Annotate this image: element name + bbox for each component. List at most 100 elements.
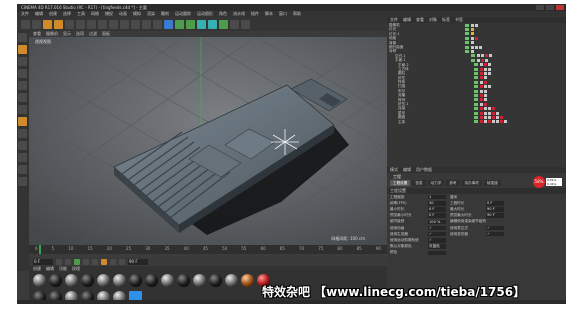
visibility-check-icon[interactable]: [465, 28, 469, 32]
tag-icon[interactable]: [484, 89, 487, 93]
visibility-check-icon[interactable]: [474, 71, 478, 75]
frame-start-field[interactable]: 0 F: [33, 258, 53, 265]
visibility-check-icon[interactable]: [474, 107, 478, 111]
tag-icon[interactable]: [475, 36, 478, 40]
attribute-menu-item[interactable]: 编辑: [403, 167, 411, 173]
y-axis-icon[interactable]: [98, 19, 107, 29]
tag-icon[interactable]: [480, 102, 483, 106]
tag-icon[interactable]: [489, 54, 492, 58]
x-axis-icon[interactable]: [87, 19, 96, 29]
visibility-check-icon[interactable]: [474, 76, 478, 80]
tag-icon[interactable]: [480, 71, 483, 75]
tag-icon[interactable]: [500, 120, 503, 124]
visibility-check-icon[interactable]: [471, 54, 475, 58]
scene-icon[interactable]: [219, 19, 228, 29]
autokey-icon[interactable]: [110, 258, 116, 265]
tag-icon[interactable]: [480, 85, 483, 89]
material-swatch[interactable]: [241, 274, 254, 287]
visibility-check-icon[interactable]: [474, 85, 478, 89]
visibility-check-icon[interactable]: [474, 98, 478, 102]
visibility-check-icon[interactable]: [474, 89, 478, 93]
visibility-check-icon[interactable]: [474, 63, 478, 67]
record-icon[interactable]: [101, 258, 107, 265]
attribute-value[interactable]: [428, 250, 446, 256]
timeline[interactable]: 0 5 10 15 20 25 30 35 40 45 50 55 60 65 70 75 80 85 90: [29, 245, 387, 257]
tag-icon[interactable]: [496, 120, 499, 124]
snap-icon[interactable]: [18, 141, 27, 150]
select-icon[interactable]: [43, 19, 52, 29]
visibility-check-icon[interactable]: [465, 50, 469, 54]
attribute-value[interactable]: 90 F: [486, 213, 504, 218]
visibility-check-icon[interactable]: [465, 41, 469, 45]
tag-icon[interactable]: [492, 120, 495, 124]
tag-icon[interactable]: [488, 120, 491, 124]
tag-icon[interactable]: [488, 71, 491, 75]
scale-icon[interactable]: [65, 19, 74, 29]
tag-icon[interactable]: [480, 63, 483, 67]
visibility-check-icon[interactable]: [471, 58, 475, 62]
tag-icon[interactable]: [471, 23, 474, 27]
tag-icon[interactable]: [496, 111, 499, 115]
object-row[interactable]: 主体: [387, 120, 566, 124]
material-swatch[interactable]: [97, 274, 110, 287]
deformer-icon[interactable]: [208, 19, 217, 29]
attribute-menu-item[interactable]: 用户数据: [416, 167, 432, 173]
tag-icon[interactable]: [485, 54, 488, 58]
redo-icon[interactable]: [32, 19, 41, 29]
frame-end-field[interactable]: 90 F: [128, 258, 148, 265]
tag-icon[interactable]: [479, 45, 482, 49]
tag-icon[interactable]: [471, 28, 474, 32]
visibility-check-icon[interactable]: [474, 115, 478, 119]
material-menu-item[interactable]: 创建: [33, 266, 41, 272]
tag-icon[interactable]: [485, 58, 488, 62]
render-settings-icon[interactable]: [153, 19, 162, 29]
tweak-icon[interactable]: [18, 129, 27, 138]
attribute-value[interactable]: 0 F: [428, 207, 446, 212]
tag-icon[interactable]: [488, 67, 491, 71]
subdivision-icon[interactable]: [186, 19, 195, 29]
tag-icon[interactable]: [471, 45, 474, 49]
tag-icon[interactable]: [480, 98, 483, 102]
play-icon[interactable]: [74, 258, 80, 265]
attribute-tab[interactable]: 动力学: [427, 180, 445, 186]
z-axis-icon[interactable]: [109, 19, 118, 29]
solo-icon[interactable]: [18, 177, 27, 186]
tag-icon[interactable]: [471, 50, 474, 54]
maximize-button[interactable]: [546, 5, 554, 10]
attribute-tab[interactable]: 信息: [412, 180, 426, 186]
lock-icon[interactable]: [18, 153, 27, 162]
tag-icon[interactable]: [484, 63, 487, 67]
tag-icon[interactable]: [484, 102, 487, 106]
tag-icon[interactable]: [484, 71, 487, 75]
tag-icon[interactable]: [488, 85, 491, 89]
material-menu-item[interactable]: 编辑: [46, 266, 54, 272]
keyframe-icon[interactable]: [119, 258, 125, 265]
tag-icon[interactable]: [484, 80, 487, 84]
tag-icon[interactable]: [480, 76, 483, 80]
visibility-check-icon[interactable]: [465, 32, 469, 36]
visibility-check-icon[interactable]: [474, 80, 478, 84]
rotate-icon[interactable]: [76, 19, 85, 29]
attribute-value[interactable]: 90 F: [486, 207, 504, 212]
axis-mode-icon[interactable]: [18, 117, 27, 126]
tag-icon[interactable]: [484, 120, 487, 124]
tag-icon[interactable]: [480, 80, 483, 84]
visibility-check-icon[interactable]: [474, 93, 478, 97]
tag-icon[interactable]: [484, 67, 487, 71]
tag-icon[interactable]: [484, 98, 487, 102]
attribute-value[interactable]: 0 F: [428, 213, 446, 218]
visibility-check-icon[interactable]: [474, 102, 478, 106]
make-editable-icon[interactable]: [18, 33, 27, 42]
close-button[interactable]: [556, 5, 564, 10]
camera-icon[interactable]: [230, 19, 239, 29]
attribute-value[interactable]: 1: [428, 194, 446, 200]
visibility-check-icon[interactable]: [465, 45, 469, 49]
tag-icon[interactable]: [480, 67, 483, 71]
tag-icon[interactable]: [504, 120, 507, 124]
tag-icon[interactable]: [477, 54, 480, 58]
go-start-icon[interactable]: [56, 258, 62, 265]
visibility-check-icon[interactable]: [474, 67, 478, 71]
tag-icon[interactable]: [480, 120, 483, 124]
tag-icon[interactable]: [488, 115, 491, 119]
render-picture-icon[interactable]: [142, 19, 151, 29]
